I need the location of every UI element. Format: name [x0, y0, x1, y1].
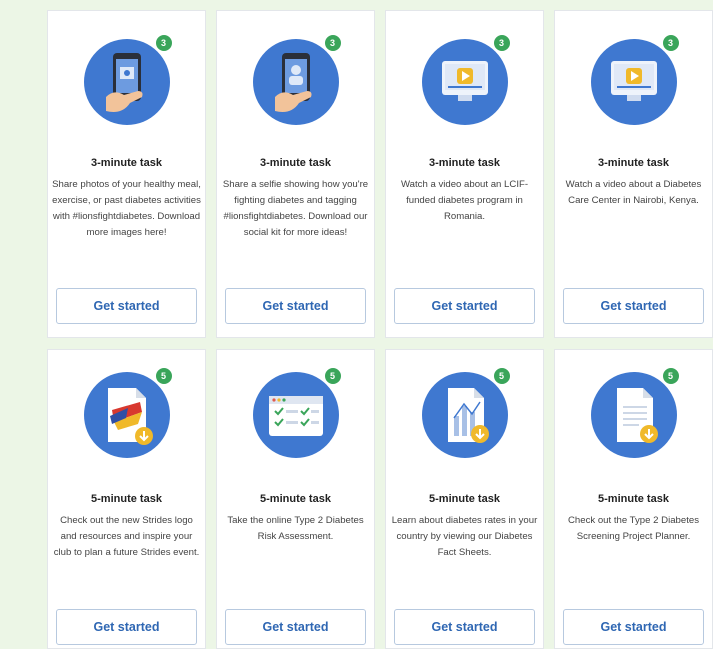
time-badge: 5: [322, 366, 343, 386]
time-badge: 5: [153, 366, 174, 386]
task-description: Learn about diabetes rates in your count…: [391, 515, 538, 558]
task-description: Share a selfie showing how you're fighti…: [222, 179, 369, 238]
get-started-button[interactable]: Get started: [563, 609, 704, 645]
get-started-button[interactable]: Get started: [394, 609, 535, 645]
get-started-button[interactable]: Get started: [394, 288, 535, 324]
get-started-button[interactable]: Get started: [563, 288, 704, 324]
phone-photo-icon: 3: [83, 33, 174, 125]
task-description: Take the online Type 2 Diabetes Risk Ass…: [227, 515, 364, 542]
task-title: 3-minute task: [260, 157, 331, 169]
task-title: 3-minute task: [598, 157, 669, 169]
get-started-button[interactable]: Get started: [225, 609, 366, 645]
document-download-icon: 5: [590, 366, 681, 458]
task-title: 5-minute task: [91, 493, 162, 505]
task-card: 5 5-minute task Check out the new Stride…: [47, 349, 206, 649]
task-card: 3 3-minute task Watch a video about an L…: [385, 10, 544, 338]
task-card: 3 3-minute task Watch a video about a Di…: [554, 10, 713, 338]
video-monitor-icon: 3: [421, 33, 512, 125]
task-title: 3-minute task: [429, 157, 500, 169]
task-title: 5-minute task: [429, 493, 500, 505]
task-description: Check out the new Strides logo and resou…: [53, 515, 200, 558]
time-badge: 5: [491, 366, 512, 386]
checklist-browser-icon: 5: [252, 366, 343, 458]
task-card-grid: 3 3-minute task Share photos of your hea…: [0, 0, 713, 649]
task-description: Watch a video about an LCIF-funded diabe…: [400, 179, 529, 222]
time-badge: 3: [322, 33, 343, 53]
task-card: 5 5-minute task Learn about diabetes rat…: [385, 349, 544, 649]
video-monitor-icon: 3: [590, 33, 681, 125]
task-card: 3 3-minute task Share a selfie showing h…: [216, 10, 375, 338]
time-badge: 3: [153, 33, 174, 53]
task-card: 5 5-minute task Check out the Type 2 Dia…: [554, 349, 713, 649]
strides-download-icon: 5: [83, 366, 174, 458]
chart-download-icon: 5: [421, 366, 512, 458]
get-started-button[interactable]: Get started: [56, 288, 197, 324]
task-description: Check out the Type 2 Diabetes Screening …: [567, 515, 700, 542]
task-title: 5-minute task: [598, 493, 669, 505]
get-started-button[interactable]: Get started: [225, 288, 366, 324]
task-title: 3-minute task: [91, 157, 162, 169]
time-badge: 3: [491, 33, 512, 53]
task-description: Watch a video about a Diabetes Care Cent…: [565, 179, 702, 206]
time-badge: 3: [660, 33, 681, 53]
time-badge: 5: [660, 366, 681, 386]
task-card: 3 3-minute task Share photos of your hea…: [47, 10, 206, 338]
task-title: 5-minute task: [260, 493, 331, 505]
get-started-button[interactable]: Get started: [56, 609, 197, 645]
phone-selfie-icon: 3: [252, 33, 343, 125]
task-card: 5 5-minute task Take the online Type 2 D…: [216, 349, 375, 649]
task-description: Share photos of your healthy meal, exerc…: [52, 179, 201, 238]
